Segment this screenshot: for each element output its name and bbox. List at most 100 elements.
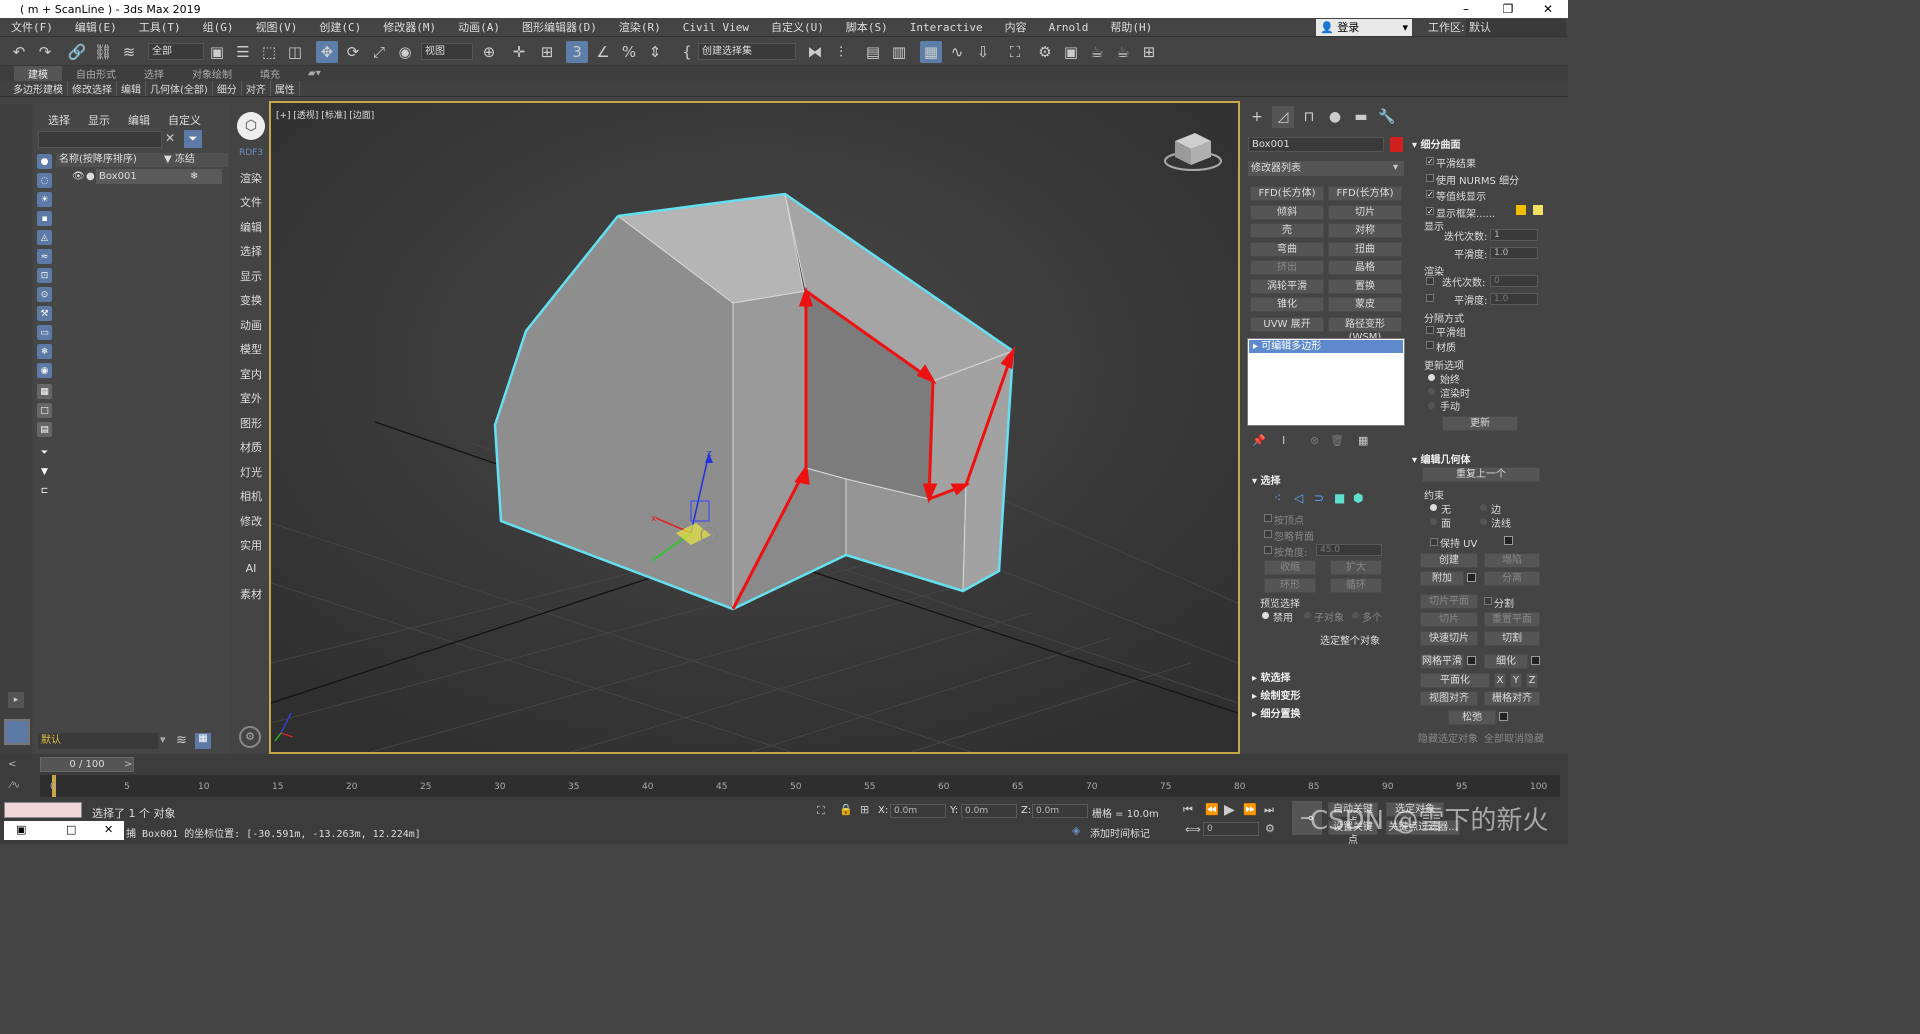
add-time-tag-label[interactable]: 添加时间标记 [1090, 825, 1150, 840]
render-iterative-icon[interactable]: ☕ [1112, 41, 1134, 63]
modifier-list-chevron-icon[interactable]: ▾ [1393, 162, 1398, 173]
polygon-mode-icon[interactable]: ■ [1334, 491, 1345, 505]
filter-hidden-icon[interactable]: ◉ [37, 363, 52, 378]
edit-named-sel-icon[interactable]: { [676, 41, 698, 63]
key-mode-icon[interactable]: ⟺ [1185, 823, 1201, 836]
remove-modifier-icon[interactable]: 🗑 [1330, 434, 1344, 447]
scene-row[interactable]: 👁 ● Box001 ❄ [56, 169, 228, 184]
mod-btn-bend[interactable]: 弯曲 [1250, 242, 1324, 257]
funnel-down-icon[interactable]: ▼ [37, 464, 52, 479]
layer-explorer-icon[interactable]: ▤ [862, 41, 884, 63]
tab-freeform[interactable]: 自由形式 [62, 66, 130, 81]
attach-button[interactable]: 附加 [1420, 571, 1464, 586]
attach-list-icon[interactable] [1467, 573, 1476, 582]
layer-field[interactable]: 默认 [38, 733, 158, 749]
move-icon[interactable]: ✥ [316, 41, 338, 63]
element-mode-icon[interactable]: ⬢ [1353, 491, 1363, 505]
create-tab-icon[interactable]: + [1246, 106, 1268, 128]
side-nav-model[interactable]: 模型 [234, 341, 268, 357]
render-production-icon[interactable]: ☕ [1086, 41, 1108, 63]
menu-customize[interactable]: 自定义(U) [760, 19, 835, 35]
object-name-field[interactable]: Box001 [1248, 137, 1384, 152]
funnel-icon[interactable]: ⏷ [37, 445, 52, 460]
menu-civil-view[interactable]: Civil View [672, 21, 760, 34]
menu-rendering[interactable]: 渲染(R) [608, 19, 672, 35]
filter-helpers-icon[interactable]: ◬ [37, 230, 52, 245]
detach-button[interactable]: 分离 [1484, 571, 1540, 586]
spinner-snap-icon[interactable]: ⇕ [644, 41, 666, 63]
named-selection-dropdown[interactable]: 创建选择集 [698, 43, 796, 60]
mod-btn-displace[interactable]: 置换 [1328, 279, 1402, 294]
preview-off-radio[interactable] [1262, 612, 1269, 619]
column-freeze[interactable]: ▼ 冻结 [164, 153, 195, 167]
column-name[interactable]: 名称(按降序排序) [59, 154, 137, 165]
mod-btn-skew[interactable]: 倾斜 [1250, 205, 1324, 220]
menu-file[interactable]: 文件(F) [0, 19, 64, 35]
rollout-paint-deform[interactable]: ▸ 绘制变形 [1252, 687, 1301, 702]
smoothness-spinner[interactable]: 1.0 [1490, 247, 1538, 259]
scene-menu-customize[interactable]: 自定义 [168, 112, 201, 128]
menu-tools[interactable]: 工具(T) [128, 19, 192, 35]
side-nav-ai[interactable]: AI [234, 562, 268, 575]
render-iter-checkbox[interactable] [1426, 277, 1434, 285]
side-nav-render[interactable]: 渲染 [234, 170, 268, 186]
ribbon-properties[interactable]: 属性 [271, 81, 300, 96]
configure-sets-icon[interactable]: ▦ [1358, 434, 1368, 447]
ref-coord-dropdown[interactable]: 视图 [421, 43, 473, 60]
ribbon-align[interactable]: 对齐 [242, 81, 271, 96]
angle-snap-icon[interactable]: ∠ [592, 41, 614, 63]
side-nav-select[interactable]: 选择 [234, 243, 268, 259]
mod-btn-ffd-box-1[interactable]: FFD(长方体) [1250, 186, 1324, 201]
modifier-stack-item[interactable]: ▸ 可编辑多边形 [1249, 340, 1403, 353]
rollout-edit-geometry[interactable]: ▾ 编辑几何体 [1412, 451, 1471, 466]
scene-menu-select[interactable]: 选择 [48, 112, 70, 128]
side-nav-camera[interactable]: 相机 [234, 488, 268, 504]
slice-button[interactable]: 切片 [1420, 612, 1478, 627]
mod-btn-twist[interactable]: 扭曲 [1328, 242, 1402, 257]
grow-button[interactable]: 扩大 [1330, 560, 1382, 575]
mod-btn-extrude[interactable]: 挤出 [1250, 260, 1324, 275]
bracket-icon[interactable]: ⊏ [37, 483, 52, 498]
freeze-icon[interactable]: ❄ [190, 169, 198, 184]
use-nurms-checkbox[interactable] [1426, 174, 1434, 182]
meshsmooth-button[interactable]: 网格平滑 [1420, 654, 1464, 669]
mod-btn-shell[interactable]: 壳 [1250, 223, 1324, 238]
select-manipulate-icon[interactable]: ✛ [508, 41, 530, 63]
filter-shapes-icon[interactable]: ◌ [37, 173, 52, 188]
x-coord-field[interactable]: 0.0m [890, 804, 946, 818]
hierarchy-tab-icon[interactable]: ⊓ [1298, 106, 1320, 128]
rollout-soft-selection[interactable]: ▸ 软选择 [1252, 669, 1291, 684]
filter-frozen-icon[interactable]: ❄ [37, 344, 52, 359]
collapse-button[interactable]: 塌陷 [1484, 553, 1540, 568]
side-nav-shapes[interactable]: 图形 [234, 415, 268, 431]
scene-column-header[interactable]: 名称(按降序排序) ▼ 冻结 [56, 153, 228, 167]
show-cage-checkbox[interactable]: ✓ [1426, 207, 1434, 216]
mod-btn-skin[interactable]: 蒙皮 [1328, 297, 1402, 312]
play-icon[interactable]: ▶ [1224, 802, 1235, 818]
render-setup-icon[interactable]: ⚙ [1034, 41, 1056, 63]
time-slider[interactable]: 0 / 100 [40, 757, 134, 772]
layer-chevron-icon[interactable]: ▾ [160, 733, 166, 746]
eye-icon[interactable]: 👁 [72, 169, 85, 184]
scale-icon[interactable]: ⤢ [368, 41, 390, 63]
cube-logo-icon[interactable]: ⬡ [237, 112, 265, 140]
side-nav-transform[interactable]: 变换 [234, 292, 268, 308]
minimize-button[interactable]: – [1446, 0, 1486, 18]
prev-key-icon[interactable]: ⏪ [1205, 803, 1219, 816]
tab-object-paint[interactable]: 对象绘制 [178, 66, 246, 81]
prev-frame-icon[interactable]: < [8, 759, 16, 770]
filter-xrefs-icon[interactable]: ⊙ [37, 287, 52, 302]
login-dropdown[interactable]: 👤 登录 ▾ [1316, 19, 1412, 36]
edge-mode-icon[interactable]: ◁ [1294, 491, 1303, 505]
settings-gear-icon[interactable]: ⚙ [239, 726, 261, 748]
quickslice-button[interactable]: 快速切片 [1420, 631, 1478, 646]
ring-button[interactable]: 环形 [1264, 578, 1316, 593]
percent-snap-icon[interactable]: % [618, 41, 640, 63]
current-frame-field[interactable]: 0 [1203, 822, 1259, 836]
side-nav-lights[interactable]: 灯光 [234, 464, 268, 480]
unhide-all-label[interactable]: 全部取消隐藏 [1484, 730, 1544, 745]
viewport-scene[interactable]: x y z [271, 103, 1238, 752]
tab-modeling[interactable]: 建模 [14, 66, 62, 81]
y-coord-field[interactable]: 0.0m [961, 804, 1017, 818]
mod-btn-uvw-unwrap[interactable]: UVW 展开 [1250, 317, 1324, 332]
